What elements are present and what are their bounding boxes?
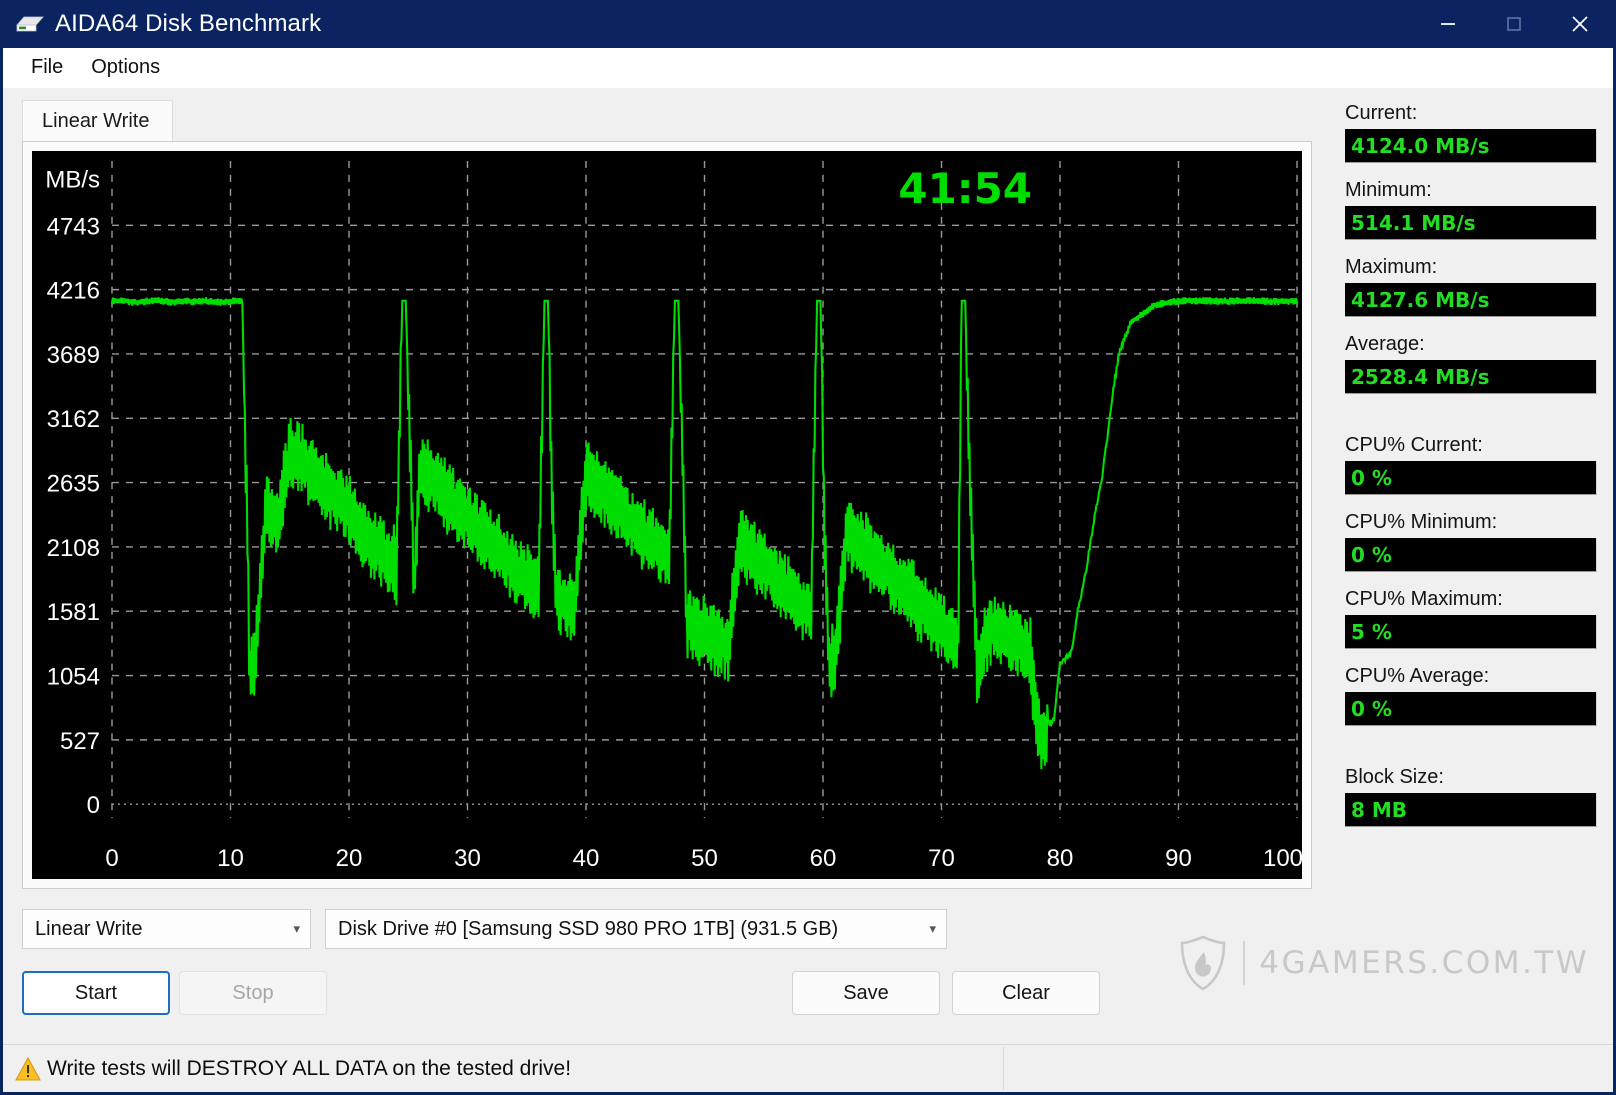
svg-text:70: 70	[928, 845, 955, 872]
stat-value: 0 %	[1345, 692, 1597, 726]
svg-text:80: 80	[1047, 845, 1074, 872]
menu-item-options[interactable]: Options	[77, 53, 174, 82]
stat-label: Current:	[1345, 102, 1418, 124]
stop-button[interactable]: Stop	[179, 971, 327, 1015]
stat-label: CPU% Current:	[1345, 434, 1483, 456]
svg-text:20: 20	[336, 845, 363, 872]
svg-text:3162: 3162	[47, 406, 100, 433]
chevron-down-icon: ▾	[293, 921, 300, 936]
warning-triangle-icon	[15, 1056, 41, 1081]
svg-text:2108: 2108	[47, 535, 100, 562]
stat-block-size: Block Size: 8 MB	[1345, 766, 1597, 827]
window-controls	[1415, 0, 1613, 48]
minimize-button[interactable]	[1415, 0, 1481, 48]
tab-strip: Linear Write	[22, 99, 1333, 141]
action-button-row: Start Stop Save Clear	[22, 971, 1312, 1015]
stat-cpu-average: CPU% Average: 0 %	[1345, 665, 1597, 726]
chart-svg: 0 527 1054 1581 2108 2635 3162 3689 4216 4743 MB/s…	[45, 160, 1302, 872]
svg-text:0: 0	[105, 845, 118, 872]
title-bar: AIDA64 Disk Benchmark	[3, 0, 1613, 48]
window-body: Linear Write 0 527 1054 1581 2108 2635 3162 368…	[3, 88, 1613, 1044]
stat-value: 514.1 MB/s	[1345, 206, 1597, 240]
svg-text:MB/s: MB/s	[45, 166, 100, 193]
stat-value: 0 %	[1345, 538, 1597, 572]
svg-text:40: 40	[573, 845, 600, 872]
status-divider	[1003, 1047, 1004, 1090]
stat-label: Maximum:	[1345, 256, 1438, 278]
svg-text:50: 50	[691, 845, 718, 872]
stat-value: 8 MB	[1345, 793, 1597, 827]
svg-text:30: 30	[454, 845, 481, 872]
test-type-select[interactable]: Linear Write ▾	[22, 909, 311, 949]
stat-value: 0 %	[1345, 461, 1597, 495]
chevron-down-icon: ▾	[929, 921, 936, 936]
stat-average: Average: 2528.4 MB/s	[1345, 333, 1597, 394]
svg-text:90: 90	[1165, 845, 1192, 872]
test-type-value: Linear Write	[35, 917, 143, 940]
svg-text:4216: 4216	[47, 278, 100, 305]
window-title: AIDA64 Disk Benchmark	[55, 10, 322, 37]
svg-text:1054: 1054	[47, 664, 100, 691]
svg-text:10: 10	[217, 845, 244, 872]
aida64-disk-benchmark-window: AIDA64 Disk Benchmark File Options Linea…	[0, 0, 1616, 1095]
stat-value: 5 %	[1345, 615, 1597, 649]
stat-label: Block Size:	[1345, 766, 1444, 788]
menu-bar: File Options	[3, 48, 1613, 88]
stat-value: 2528.4 MB/s	[1345, 360, 1597, 394]
clear-button[interactable]: Clear	[952, 971, 1100, 1015]
svg-text:2635: 2635	[47, 471, 100, 498]
svg-text:41:54: 41:54	[898, 164, 1032, 213]
selector-row: Linear Write ▾ Disk Drive #0 [Samsung SS…	[22, 909, 1333, 949]
chart-frame: 0 527 1054 1581 2108 2635 3162 3689 4216 4743 MB/s…	[22, 141, 1312, 889]
close-button[interactable]	[1547, 0, 1613, 48]
svg-text:100 %: 100 %	[1263, 845, 1302, 872]
stat-value: 4127.6 MB/s	[1345, 283, 1597, 317]
menu-item-file[interactable]: File	[17, 53, 77, 82]
stat-current: Current: 4124.0 MB/s	[1345, 102, 1597, 163]
svg-text:60: 60	[810, 845, 837, 872]
left-pane: Linear Write 0 527 1054 1581 2108 2635 3162 368…	[3, 88, 1333, 1044]
svg-text:0: 0	[87, 792, 100, 819]
start-button[interactable]: Start	[22, 971, 170, 1015]
svg-text:1581: 1581	[47, 599, 100, 626]
drive-value: Disk Drive #0 [Samsung SSD 980 PRO 1TB] …	[338, 917, 839, 940]
stat-label: CPU% Average:	[1345, 665, 1490, 687]
drive-select[interactable]: Disk Drive #0 [Samsung SSD 980 PRO 1TB] …	[325, 909, 947, 949]
tab-linear-write[interactable]: Linear Write	[22, 100, 174, 141]
stat-cpu-current: CPU% Current: 0 %	[1345, 434, 1597, 495]
stat-cpu-minimum: CPU% Minimum: 0 %	[1345, 511, 1597, 572]
status-bar: Write tests will DESTROY ALL DATA on the…	[3, 1044, 1613, 1092]
maximize-button[interactable]	[1481, 0, 1547, 48]
stat-minimum: Minimum: 514.1 MB/s	[1345, 179, 1597, 240]
stat-label: Average:	[1345, 333, 1425, 355]
svg-text:3689: 3689	[47, 342, 100, 369]
stats-pane: Current: 4124.0 MB/s Minimum: 514.1 MB/s…	[1333, 88, 1613, 1044]
svg-text:4743: 4743	[47, 213, 100, 240]
stat-label: Minimum:	[1345, 179, 1432, 201]
stat-cpu-maximum: CPU% Maximum: 5 %	[1345, 588, 1597, 649]
disk-drive-icon	[15, 13, 45, 35]
stat-maximum: Maximum: 4127.6 MB/s	[1345, 256, 1597, 317]
status-message: Write tests will DESTROY ALL DATA on the…	[47, 1056, 572, 1080]
save-button[interactable]: Save	[792, 971, 940, 1015]
svg-text:527: 527	[60, 728, 100, 755]
stat-value: 4124.0 MB/s	[1345, 129, 1597, 163]
stat-label: CPU% Maximum:	[1345, 588, 1503, 610]
linear-write-chart: 0 527 1054 1581 2108 2635 3162 3689 4216 4743 MB/s…	[32, 151, 1302, 879]
stat-label: CPU% Minimum:	[1345, 511, 1498, 533]
